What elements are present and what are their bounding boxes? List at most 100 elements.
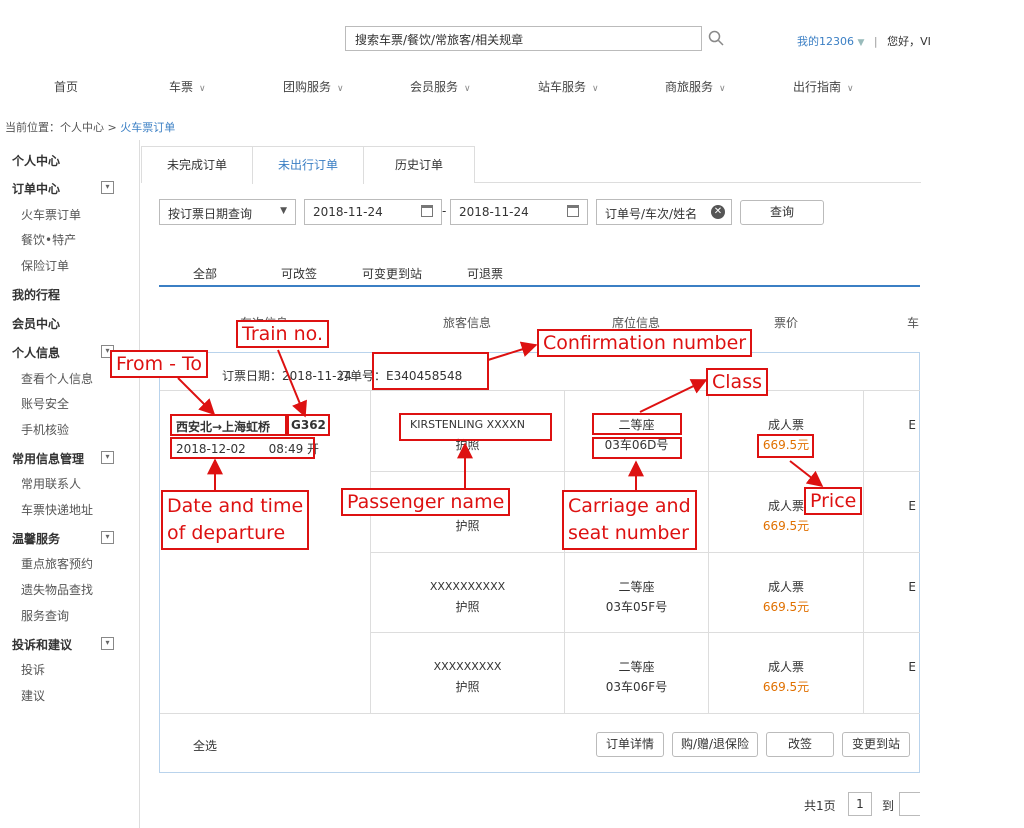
sidebar-item[interactable]: 订单中心 [12, 180, 60, 197]
nav-item[interactable]: 商旅服务 ∨ [665, 78, 726, 95]
main-nav: 首页 车票 ∨ 团购服务 ∨ 会员服务 ∨ 站车服务 ∨ 商旅服务 ∨ 出行指南 ∨ [0, 78, 920, 98]
passenger-cell: 二等座 03车05F号 [565, 577, 708, 617]
nav-item[interactable]: 会员服务 ∨ [410, 78, 471, 95]
sidebar-item[interactable]: 账号安全 [21, 395, 69, 412]
sidebar-item[interactable]: 个人中心 [12, 152, 60, 169]
order-detail-button[interactable]: 订单详情 [596, 732, 664, 757]
sidebar-item[interactable]: 车票快递地址 [21, 501, 93, 518]
column-price: 票价 [774, 316, 799, 330]
date-from-field[interactable]: 2018-11-24 [304, 199, 442, 225]
nav-item-label: 商旅服务 [665, 80, 714, 94]
sidebar-item[interactable]: 投诉 [21, 661, 45, 678]
date-from-value: 2018-11-24 [313, 205, 383, 219]
nav-item-label: 车票 [169, 80, 194, 94]
sidebar-item[interactable]: 保险订单 [21, 257, 69, 274]
my12306-link[interactable]: 我的12306 [797, 35, 854, 48]
insurance-button[interactable]: 购/赠/退保险 [672, 732, 758, 757]
passenger-cell: 成人票 669.5元 [709, 657, 863, 697]
passenger-cell: E [864, 415, 920, 435]
chevron-down-icon[interactable]: ▼ [858, 38, 865, 48]
greeting[interactable]: 您好，VI [887, 35, 931, 48]
sidebar-item[interactable]: 常用联系人 [21, 475, 81, 492]
collapse-toggle-icon[interactable]: ▾ [101, 531, 114, 544]
annotation-class: Class [706, 368, 768, 396]
select-all[interactable]: 全选 [193, 737, 217, 754]
sidebar-item[interactable]: 服务查询 [21, 607, 69, 624]
passenger-doc: 护照 [455, 680, 480, 694]
sidebar-item[interactable]: 餐饮•特产 [21, 231, 76, 248]
sidebar-item[interactable]: 会员中心 [12, 315, 60, 332]
tab-history[interactable]: 历史订单 [363, 146, 475, 183]
nav-item-label: 团购服务 [283, 80, 332, 94]
collapse-toggle-icon[interactable]: ▾ [101, 637, 114, 650]
annotation-date-time: Date and time of departure [161, 490, 310, 550]
nav-item[interactable]: 站车服务 ∨ [538, 78, 599, 95]
tab-incomplete[interactable]: 未完成订单 [141, 146, 253, 183]
chevron-down-icon: ∨ [592, 84, 599, 94]
nav-item-label: 首页 [54, 80, 79, 94]
nav-item-label: 会员服务 [410, 80, 459, 94]
sidebar-item[interactable]: 投诉和建议 [12, 636, 72, 653]
sidebar-item[interactable]: 手机核验 [21, 421, 69, 438]
column-passenger-info: 旅客信息 [443, 316, 492, 330]
account-area: 我的12306 ▼ | 您好，VI [797, 33, 931, 49]
tab-not-travelled[interactable]: 未出行订单 [252, 146, 364, 184]
ticket-price: 669.5元 [762, 680, 810, 694]
search-icon[interactable] [708, 30, 724, 46]
page-goto-label: 到 [882, 799, 895, 813]
date-to-field[interactable]: 2018-11-24 [450, 199, 588, 225]
passenger-cell: 成人票 669.5元 [709, 577, 863, 617]
subtab-refundable[interactable]: 可退票 [467, 265, 503, 282]
collapse-toggle-icon[interactable]: ▾ [101, 181, 114, 194]
passenger-cell: 二等座 03车06F号 [565, 657, 708, 697]
sidebar-item[interactable]: 个人信息 [12, 344, 60, 361]
date-separator: - [442, 204, 447, 218]
subtab-change-station[interactable]: 可变更到站 [362, 265, 422, 282]
row-divider [371, 632, 920, 633]
sidebar-item[interactable]: 火车票订单 [21, 206, 81, 223]
clear-icon[interactable]: ✕ [711, 205, 725, 219]
nav-item[interactable]: 车票 ∨ [169, 78, 206, 95]
highlight-departure [170, 437, 315, 459]
highlight-order-number [372, 352, 489, 390]
subtab-changeable[interactable]: 可改签 [281, 265, 317, 282]
keyword-input[interactable]: 订单号/车次/姓名 ✕ [596, 199, 732, 225]
highlight-route [170, 414, 287, 436]
keyword-placeholder: 订单号/车次/姓名 [605, 207, 698, 221]
breadcrumb: 当前位置：个人中心 > 火车票订单 [5, 119, 175, 135]
date-type-select[interactable]: 按订票日期查询 ▼ [159, 199, 296, 225]
nav-item[interactable]: 出行指南 ∨ [793, 78, 854, 95]
subtab-all[interactable]: 全部 [193, 265, 217, 282]
sidebar-item[interactable]: 遗失物品查找 [21, 581, 93, 598]
page-current[interactable]: 1 [848, 792, 872, 816]
seat-number: 03车05F号 [605, 600, 668, 614]
sidebar-item[interactable]: 温馨服务 [12, 530, 60, 547]
passenger-cell: XXXXXXXXX 护照 [371, 657, 564, 697]
change-ticket-button[interactable]: 改签 [766, 732, 834, 757]
highlight-price [757, 434, 814, 458]
search-input[interactable]: 搜索车票/餐饮/常旅客/相关规章 [345, 26, 702, 51]
sidebar-item[interactable]: 查看个人信息 [21, 370, 93, 387]
collapse-toggle-icon[interactable]: ▾ [101, 451, 114, 464]
breadcrumb-current[interactable]: 火车票订单 [120, 121, 175, 134]
chevron-down-icon: ∨ [464, 84, 471, 94]
sidebar-item[interactable]: 建议 [21, 687, 45, 704]
highlight-train-no [287, 414, 330, 436]
passenger-doc: 护照 [455, 519, 480, 533]
query-button[interactable]: 查询 [740, 200, 824, 225]
date-type-value: 按订票日期查询 [168, 207, 253, 221]
sidebar-item[interactable]: 重点旅客预约 [21, 555, 93, 572]
chevron-down-icon: ∨ [337, 84, 344, 94]
nav-item[interactable]: 团购服务 ∨ [283, 78, 344, 95]
change-station-button[interactable]: 变更到站 [842, 732, 910, 757]
row-divider [160, 713, 920, 714]
sidebar-item[interactable]: 常用信息管理 [12, 450, 84, 467]
nav-item[interactable]: 首页 [54, 78, 78, 95]
calendar-icon[interactable] [567, 205, 579, 217]
calendar-icon[interactable] [421, 205, 433, 217]
highlight-passenger [399, 413, 552, 441]
annotation-passenger: Passenger name [341, 488, 511, 516]
sidebar-item[interactable]: 我的行程 [12, 286, 60, 303]
page-goto-input[interactable] [899, 792, 920, 816]
annotation-train-no: Train no. [236, 320, 330, 348]
